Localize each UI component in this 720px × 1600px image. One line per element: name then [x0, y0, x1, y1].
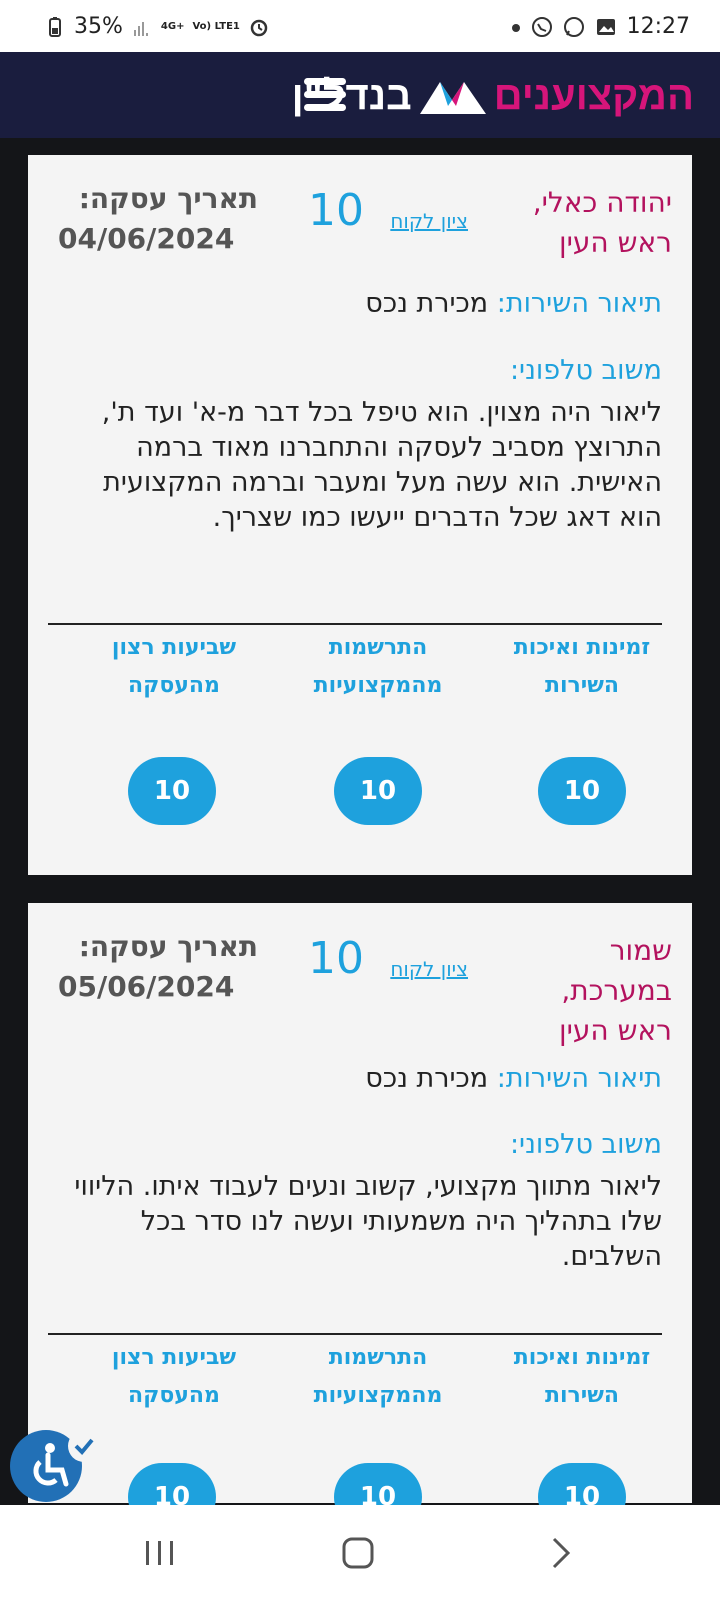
recent-apps-icon[interactable] [140, 1533, 180, 1573]
feedback-label: משוב טלפוני: [509, 1129, 662, 1160]
system-nav-bar [0, 1505, 720, 1600]
transaction-date-label: תאריך עסקה: [78, 182, 258, 215]
category-score-badge: 10 [128, 757, 216, 825]
battery-percent: 35% [74, 14, 123, 39]
reviewer-name: שמור במערכת, ראש העין [559, 934, 672, 1047]
category-score-badge: 10 [538, 757, 626, 825]
customer-score-link[interactable]: ציון לקוח [390, 957, 468, 981]
category-satisfaction-label: שביעות רצון מהעסקה [111, 1345, 237, 1408]
review-card: יהודה כאלי, ראש העין ציון לקוח 10 תאריך … [28, 155, 692, 875]
transaction-date: תאריך עסקה: 05/06/2024 [58, 927, 258, 1007]
status-right: 12:27 [511, 14, 690, 39]
site-logo[interactable]: בנדל"ן המקצוענים [292, 68, 694, 124]
category-availability-label: זמינות ואיכות השירות [513, 635, 651, 698]
transaction-date-value: 05/06/2024 [58, 970, 235, 1003]
category-professionalism-label: התרשמות מהמקצועיות [313, 1345, 443, 1408]
home-icon[interactable] [338, 1533, 378, 1573]
transaction-date-label: תאריך עסקה: [78, 930, 258, 963]
checkmark-icon [68, 1430, 100, 1462]
service-value: מכירת נכס [365, 288, 489, 319]
alarm-icon [250, 19, 268, 36]
service-description: תיאור השירות: מכירת נכס [58, 288, 662, 319]
call-icon [531, 16, 552, 37]
review-card: שמור במערכת, ראש העין ציון לקוח 10 תאריך… [28, 903, 692, 1531]
network-type: 4G+ [160, 20, 185, 32]
customer-score: ציון לקוח 10 [308, 933, 468, 993]
category-satisfaction-label: שביעות רצון מהעסקה [111, 635, 237, 698]
logo-text-secondary: המקצוענים [493, 73, 694, 118]
feedback-label: משוב טלפוני: [509, 355, 662, 386]
divider [48, 1333, 662, 1335]
status-left: 35% 4G+ Vo) LTE1 [44, 14, 270, 39]
site-header: בנדל"ן המקצוענים [0, 52, 720, 138]
service-value: מכירת נכס [365, 1063, 489, 1094]
volte-label: Vo) LTE1 [192, 20, 240, 32]
notification-dot-icon [511, 23, 520, 32]
transaction-date-value: 04/06/2024 [58, 222, 235, 255]
customer-score-value: 10 [308, 185, 364, 236]
transaction-date: תאריך עסקה: 04/06/2024 [58, 179, 258, 259]
feedback-text: ליאור היה מצוין. הוא טיפל בכל דבר מ-א' ו… [101, 397, 662, 533]
logo-text-primary: בנדל"ן [291, 73, 412, 118]
category-availability-label: זמינות ואיכות השירות [513, 1345, 651, 1408]
clock-time: 12:27 [626, 14, 690, 39]
back-icon[interactable] [540, 1533, 580, 1573]
logo-mark-icon [419, 82, 486, 114]
reviewer-name: יהודה כאלי, ראש העין [532, 186, 672, 259]
status-bar: 35% 4G+ Vo) LTE1 12:27 [0, 0, 720, 52]
whatsapp-icon [563, 16, 584, 37]
feedback-text: ליאור מתווך מקצועי, קשוב ונעים לעבוד אית… [74, 1171, 662, 1272]
customer-score-value: 10 [308, 933, 364, 984]
battery-icon [49, 16, 61, 37]
category-professionalism-label: התרשמות מהמקצועיות [313, 635, 443, 698]
service-label: תיאור השירות: [496, 1063, 662, 1094]
customer-score-link[interactable]: ציון לקוח [390, 209, 468, 233]
signal-icon [133, 21, 148, 36]
service-description: תיאור השירות: מכירת נכס [58, 1063, 662, 1094]
service-label: תיאור השירות: [496, 288, 662, 319]
customer-score: ציון לקוח 10 [308, 185, 468, 245]
divider [48, 623, 662, 625]
gallery-icon [596, 18, 615, 35]
category-score-badge: 10 [334, 757, 422, 825]
